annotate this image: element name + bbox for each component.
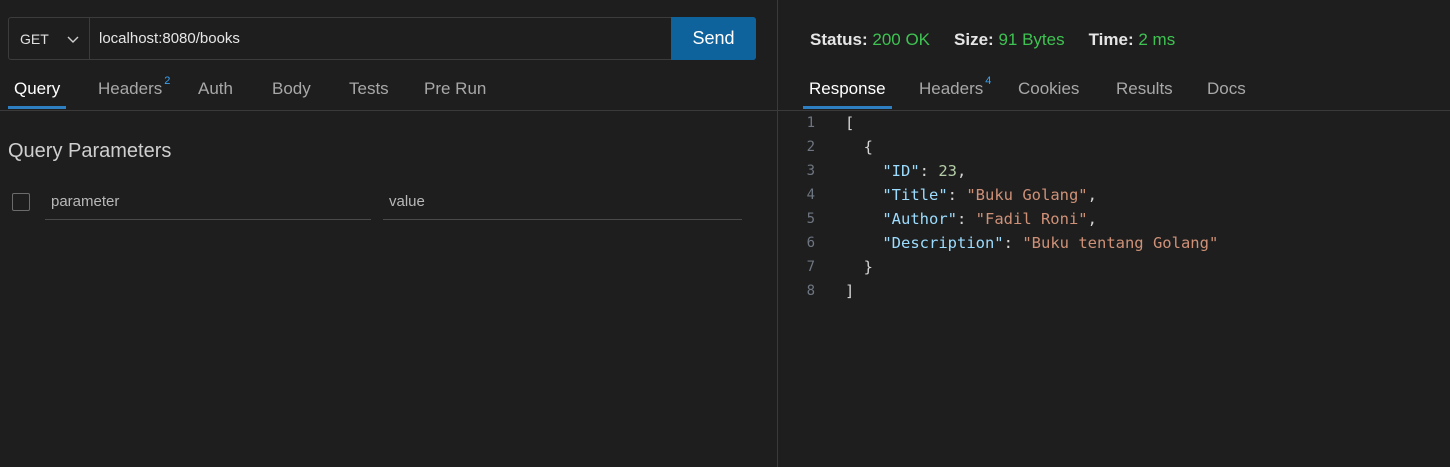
url-bar: GET localhost:8080/books Send <box>8 17 756 60</box>
tab-results-label: Results <box>1116 79 1173 98</box>
chevron-down-icon <box>67 36 79 43</box>
json-comma: , <box>1087 210 1097 228</box>
tab-docs-label: Docs <box>1207 79 1246 98</box>
tab-query[interactable]: Query <box>7 79 67 109</box>
line-number: 8 <box>806 283 815 299</box>
json-close-brace: } <box>863 258 874 276</box>
line-number: 6 <box>806 235 815 251</box>
json-key: "Title" <box>882 186 948 204</box>
code-line: 8 ] <box>778 279 1450 303</box>
size-value: 91 Bytes <box>998 30 1065 49</box>
status-indicator: Status: 200 OK <box>810 30 930 50</box>
line-number: 4 <box>806 187 815 203</box>
tab-auth-label: Auth <box>198 79 233 98</box>
json-comma: , <box>1087 186 1097 204</box>
tab-body[interactable]: Body <box>272 79 311 107</box>
code-line: 6 "Description": "Buku tentang Golang" <box>778 231 1450 255</box>
method-select[interactable]: GET <box>9 18 90 59</box>
tab-response-label: Response <box>809 79 886 98</box>
size-label: Size: <box>954 30 994 49</box>
response-headers-count-badge: 4 <box>985 75 992 87</box>
tab-response-headers[interactable]: Headers 4 <box>919 75 991 107</box>
tab-query-label: Query <box>14 79 61 98</box>
line-number: 3 <box>806 163 815 179</box>
size-indicator: Size: 91 Bytes <box>954 30 1065 50</box>
tab-headers-label: Headers <box>98 79 163 98</box>
tab-docs[interactable]: Docs <box>1207 79 1246 107</box>
code-line: 4 "Title": "Buku Golang", <box>778 183 1450 207</box>
tab-cookies-label: Cookies <box>1018 79 1080 98</box>
tab-tests-label: Tests <box>349 79 389 98</box>
tab-response[interactable]: Response <box>803 79 892 109</box>
line-number: 5 <box>806 211 815 227</box>
json-value: "Buku tentang Golang" <box>1022 234 1219 252</box>
line-number: 7 <box>806 259 815 275</box>
code-line: 1 [ <box>778 111 1450 135</box>
app-window: GET localhost:8080/books Send Query Head… <box>0 0 1450 467</box>
tab-headers[interactable]: Headers 2 <box>98 75 170 107</box>
json-comma: , <box>957 162 967 180</box>
tab-tests[interactable]: Tests <box>349 79 389 107</box>
json-open-bracket: [ <box>845 114 855 132</box>
send-button[interactable]: Send <box>671 17 756 60</box>
tab-pre-run-label: Pre Run <box>424 79 487 98</box>
param-value-input[interactable]: value <box>383 190 742 220</box>
response-body-viewer[interactable]: 1 [ 2 { 3 "ID": 23, 4 "Title": "Buku Gol… <box>778 111 1450 303</box>
status-label: Status: <box>810 30 868 49</box>
line-number: 1 <box>806 115 815 131</box>
time-label: Time: <box>1088 30 1134 49</box>
json-key: "ID" <box>882 162 920 180</box>
tab-body-label: Body <box>272 79 311 98</box>
tab-cookies[interactable]: Cookies <box>1018 79 1079 107</box>
time-value: 2 ms <box>1138 30 1176 49</box>
tab-results[interactable]: Results <box>1116 79 1173 107</box>
json-key: "Description" <box>882 234 1004 252</box>
response-pane: Status: 200 OK Size: 91 Bytes Time: 2 ms… <box>778 0 1450 467</box>
code-line: 7 } <box>778 255 1450 279</box>
line-number: 2 <box>806 139 815 155</box>
url-input[interactable]: localhost:8080/books <box>90 18 671 59</box>
json-value: 23 <box>938 162 957 180</box>
json-open-brace: { <box>863 138 874 156</box>
param-name-input[interactable]: parameter <box>45 190 371 220</box>
time-indicator: Time: 2 ms <box>1089 30 1176 50</box>
json-close-bracket: ] <box>845 282 855 300</box>
code-line: 5 "Author": "Fadil Roni", <box>778 207 1450 231</box>
status-value: 200 OK <box>872 30 931 49</box>
param-enabled-checkbox[interactable] <box>12 193 30 211</box>
json-value: "Buku Golang" <box>966 186 1088 204</box>
tab-response-headers-label: Headers <box>919 79 984 98</box>
response-status-bar: Status: 200 OK Size: 91 Bytes Time: 2 ms <box>810 30 1199 50</box>
request-pane: GET localhost:8080/books Send Query Head… <box>0 0 777 467</box>
query-parameters-title: Query Parameters <box>8 140 172 162</box>
code-line: 3 "ID": 23, <box>778 159 1450 183</box>
query-param-row: parameter value <box>12 190 752 222</box>
code-line: 2 { <box>778 135 1450 159</box>
json-key: "Author" <box>882 210 957 228</box>
tab-auth[interactable]: Auth <box>198 79 233 107</box>
method-label: GET <box>20 30 49 47</box>
headers-count-badge: 2 <box>164 75 171 87</box>
json-value: "Fadil Roni" <box>975 210 1088 228</box>
tab-pre-run[interactable]: Pre Run <box>424 79 486 107</box>
tabs-divider <box>0 110 777 111</box>
request-tabs: Query Headers 2 Auth Body Tests Pre Run <box>0 75 777 109</box>
